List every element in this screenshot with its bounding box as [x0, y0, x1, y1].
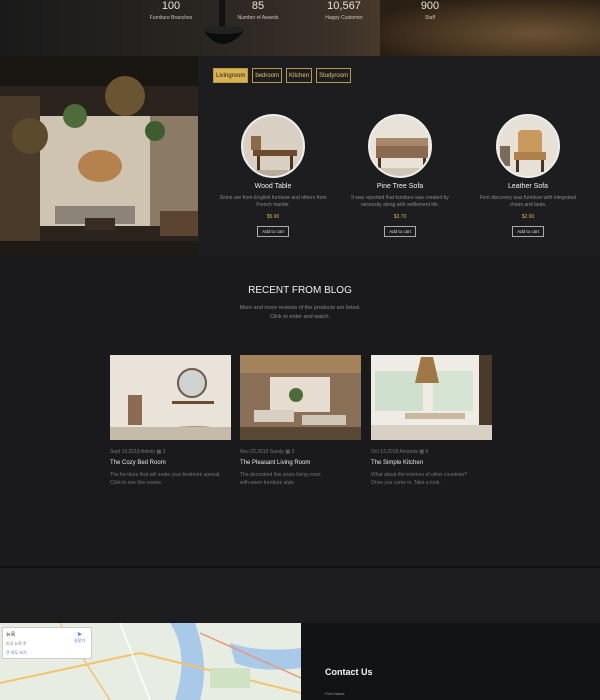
- stat-awards: 85 Number of Awards: [218, 0, 298, 21]
- product-card: Wood Table Some are from English furnitu…: [218, 114, 328, 238]
- stats-banner: 100 Furniture Branches 85 Number of Awar…: [0, 0, 600, 56]
- product-description: First discovery was furniture with integ…: [479, 195, 577, 208]
- excerpt-line: with warm furniture style.: [240, 480, 296, 486]
- post-comments: 3: [162, 449, 166, 455]
- contact-title: Contact Us: [325, 667, 373, 677]
- excerpt-line: Once you come in, Take a look.: [371, 480, 441, 486]
- product-card: Leather Sofa First discovery was furnitu…: [473, 114, 583, 238]
- living-room-photo: [0, 56, 198, 256]
- product-name[interactable]: Wood Table: [218, 183, 328, 190]
- post-thumbnail[interactable]: [110, 355, 231, 440]
- product-price: $5.90: [266, 214, 280, 220]
- category-tabs: Livingroom bedroom Kitchen Studyroom: [213, 68, 352, 83]
- blog-post: Nov 22,2019 Sandy ▩ 3 The Pleasant Livin…: [240, 355, 361, 487]
- excerpt-line: What about the interiors of other countr…: [371, 472, 467, 478]
- product-price: $3.70: [393, 214, 407, 220]
- section-divider: [0, 566, 600, 623]
- map-larger-link[interactable]: 큰 지도 보기: [6, 650, 88, 656]
- stat-customers: 10,567 Happy Customer: [304, 0, 384, 21]
- directions-label: 길찾기: [73, 638, 85, 643]
- add-to-cart-button[interactable]: Add to cart: [512, 226, 544, 237]
- post-title[interactable]: The Cozy Bed Room: [110, 460, 231, 466]
- comment-icon: ▩: [156, 449, 162, 455]
- product-description: It was reported that furniture was creat…: [351, 195, 449, 208]
- stat-number: 100: [161, 0, 181, 12]
- post-author[interactable]: Sandy: [270, 449, 284, 455]
- stat-label: Furniture Branches: [149, 15, 193, 21]
- stat-staff: 900 Staff: [390, 0, 470, 21]
- tab-livingroom[interactable]: Livingroom: [213, 68, 249, 83]
- map-embed[interactable]: 뉴욕 미국 뉴욕 주 큰 지도 보기 ➤ 길찾기: [0, 623, 301, 700]
- excerpt-line: Click to see this review.: [110, 480, 162, 486]
- product-price: $2.90: [521, 214, 535, 220]
- stat-number: 10,567: [327, 0, 361, 12]
- stat-number: 900: [420, 0, 440, 12]
- post-meta: Nov 22,2019 Sandy ▩ 3: [240, 449, 361, 455]
- subtitle-line: More and more reviews of the products ar…: [239, 305, 361, 311]
- excerpt-line: The decorated this years living room: [240, 472, 321, 478]
- tab-bedroom[interactable]: bedroom: [252, 68, 283, 83]
- post-comments: 6: [425, 449, 429, 455]
- comment-icon: ▩: [419, 449, 425, 455]
- post-thumbnail[interactable]: [371, 355, 492, 440]
- product-image[interactable]: [496, 114, 560, 178]
- product-image[interactable]: [241, 114, 305, 178]
- map-info-card: 뉴욕 미국 뉴욕 주 큰 지도 보기 ➤ 길찾기: [2, 627, 92, 659]
- excerpt-line: The furniture that will make your bedroo…: [110, 472, 221, 478]
- post-date: Oct 13,2018: [371, 449, 399, 455]
- section-subtitle: More and more reviews of the products ar…: [0, 304, 600, 322]
- blog-section: RECENT FROM BLOG More and more reviews o…: [0, 256, 600, 566]
- stat-number: 85: [251, 0, 265, 12]
- directions-button[interactable]: ➤ 길찾기: [74, 631, 85, 644]
- post-author[interactable]: Admin: [141, 449, 155, 455]
- product-card: Pine Tree Sofa It was reported that furn…: [345, 114, 455, 238]
- comment-icon: ▩: [285, 449, 291, 455]
- post-title[interactable]: The Simple Kitchen: [371, 460, 492, 466]
- section-title: RECENT FROM BLOG: [248, 285, 352, 296]
- stat-label: Staff: [424, 15, 436, 21]
- post-meta: Sept 10,2018 Admin ▩ 3: [110, 449, 231, 455]
- post-title[interactable]: The Pleasant Living Room: [240, 460, 361, 466]
- stat-branches: 100 Furniture Branches: [131, 0, 211, 21]
- post-date: Sept 10,2018: [110, 449, 140, 455]
- first-name-label: First Name: [325, 691, 345, 696]
- contact-section: Contact Us First Name: [301, 623, 600, 700]
- stat-label: Happy Customer: [325, 15, 363, 21]
- post-excerpt: The decorated this years living room wit…: [240, 471, 361, 487]
- product-description: Some are from English furniture and othe…: [219, 195, 327, 208]
- product-name[interactable]: Pine Tree Sofa: [345, 183, 455, 190]
- products-section: Livingroom bedroom Kitchen Studyroom Woo…: [0, 56, 600, 256]
- post-comments: 3: [291, 449, 295, 455]
- post-author[interactable]: Amanda: [399, 449, 418, 455]
- post-meta: Oct 13,2018 Amanda ▩ 6: [371, 449, 492, 455]
- add-to-cart-button[interactable]: Add to cart: [257, 226, 289, 237]
- add-to-cart-button[interactable]: Add to cart: [384, 226, 416, 237]
- product-image[interactable]: [368, 114, 432, 178]
- tab-kitchen[interactable]: Kitchen: [286, 68, 313, 83]
- stat-label: Number of Awards: [237, 15, 279, 21]
- tab-studyroom[interactable]: Studyroom: [316, 68, 352, 83]
- blog-post: Sept 10,2018 Admin ▩ 3 The Cozy Bed Room…: [110, 355, 231, 487]
- post-thumbnail[interactable]: [240, 355, 361, 440]
- blog-post: Oct 13,2018 Amanda ▩ 6 The Simple Kitche…: [371, 355, 492, 487]
- post-date: Nov 22,2019: [240, 449, 269, 455]
- subtitle-line: Click to enter and watch.: [269, 314, 331, 320]
- product-name[interactable]: Leather Sofa: [473, 183, 583, 190]
- post-excerpt: The furniture that will make your bedroo…: [110, 471, 231, 487]
- post-excerpt: What about the interiors of other countr…: [371, 471, 492, 487]
